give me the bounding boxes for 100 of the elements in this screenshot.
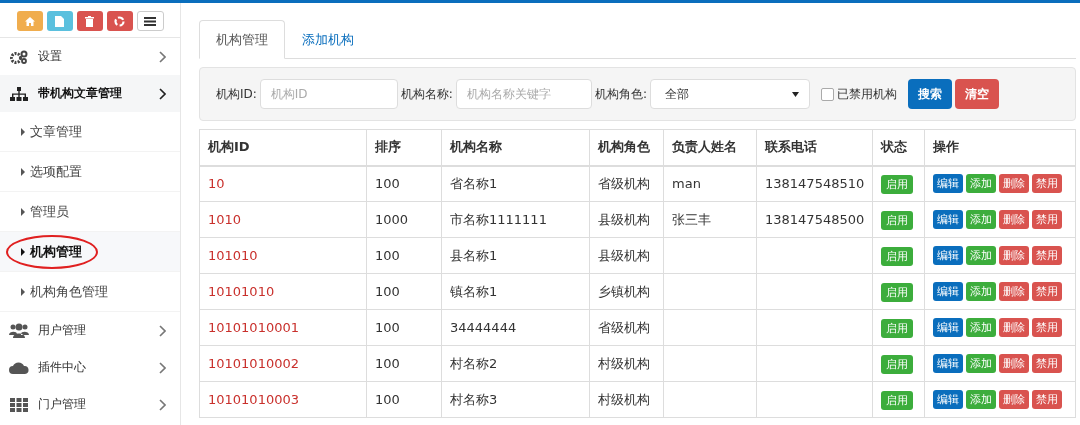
id-link[interactable]: 10 xyxy=(208,176,225,192)
field-label: 机构ID: xyxy=(216,85,257,103)
tab[interactable]: 添加机构 xyxy=(285,20,371,59)
caret-icon xyxy=(21,247,25,256)
action-button[interactable]: 添加 xyxy=(966,354,997,373)
column-header: 操作 xyxy=(924,129,1076,166)
table-cell: 100 xyxy=(375,320,400,335)
table-cell: 村名称3 xyxy=(450,391,498,407)
sidebar-item[interactable]: 门户管理 xyxy=(0,386,180,423)
action-button[interactable]: 禁用 xyxy=(1032,174,1063,194)
chevron-icon xyxy=(159,87,166,100)
tab[interactable]: 机构管理 xyxy=(199,20,285,59)
action-button[interactable]: 添加 xyxy=(966,318,997,337)
table-cell: 100 xyxy=(375,176,400,192)
table-cell: 村级机构 xyxy=(598,355,650,371)
toolbar-button[interactable] xyxy=(136,11,164,31)
table-cell: 100 xyxy=(375,248,400,263)
table-cell: 县级机构 xyxy=(598,211,650,227)
action-button[interactable]: 编辑 xyxy=(933,390,964,409)
action-button[interactable]: 编辑 xyxy=(933,354,964,373)
users-icon xyxy=(9,323,29,338)
id-link[interactable]: 101010 xyxy=(208,248,258,263)
action-button[interactable]: 编辑 xyxy=(933,174,964,194)
table-cell: man xyxy=(672,176,701,192)
recycle-icon xyxy=(114,15,125,27)
cloud-icon xyxy=(9,361,29,374)
id-link[interactable]: 1010 xyxy=(208,212,242,227)
id-link[interactable]: 10101010 xyxy=(208,284,275,299)
action-button[interactable]: 禁用 xyxy=(1032,246,1063,265)
table-cell: 省名称1 xyxy=(450,175,498,191)
table-cell: 县名称1 xyxy=(450,247,498,263)
action-button[interactable]: 编辑 xyxy=(933,210,964,229)
grid-icon xyxy=(10,397,28,412)
action-button[interactable]: 删除 xyxy=(999,282,1030,301)
action-button[interactable]: 编辑 xyxy=(933,246,964,265)
action-button[interactable]: 禁用 xyxy=(1032,318,1063,337)
table-cell: 1000 xyxy=(375,212,409,227)
sidebar-item[interactable]: 带机构文章管理 xyxy=(0,75,180,112)
action-button[interactable]: 添加 xyxy=(966,282,997,301)
caret-icon xyxy=(791,91,799,97)
action-button[interactable]: 编辑 xyxy=(933,282,964,301)
action-button[interactable]: 删除 xyxy=(999,246,1030,265)
table-cell: 100 xyxy=(375,356,400,371)
action-button[interactable]: 禁用 xyxy=(1032,390,1063,409)
status-badge[interactable]: 启用 xyxy=(881,174,914,194)
action-button[interactable]: 添加 xyxy=(966,174,997,194)
action-button[interactable]: 编辑 xyxy=(933,318,964,337)
table-cell: 省级机构 xyxy=(598,175,650,191)
table-cell: 乡镇机构 xyxy=(598,283,650,299)
action-button[interactable]: 禁用 xyxy=(1032,210,1063,229)
filter-button[interactable]: 搜索 xyxy=(907,79,952,109)
caret-icon xyxy=(21,287,25,296)
dropdown[interactable]: 全部 xyxy=(649,79,810,109)
status-badge[interactable]: 启用 xyxy=(881,210,914,230)
chevron-icon xyxy=(159,50,166,63)
action-button[interactable]: 添加 xyxy=(966,390,997,409)
sidebar-item[interactable]: 设置 xyxy=(0,38,180,75)
action-button[interactable]: 禁用 xyxy=(1032,282,1063,301)
gears-icon xyxy=(10,49,28,64)
column-header: 机构角色 xyxy=(589,129,664,166)
action-button[interactable]: 删除 xyxy=(999,354,1030,373)
input-field[interactable]: 机构ID xyxy=(259,79,398,109)
submenu-item[interactable]: 机构管理 xyxy=(0,232,180,272)
table-cell: 34444444 xyxy=(450,320,517,335)
submenu-item[interactable]: 文章管理 xyxy=(0,112,180,152)
column-header: 排序 xyxy=(366,129,442,166)
checkbox-label: 已禁用机构 xyxy=(836,85,897,103)
trash-icon xyxy=(85,15,94,27)
action-button[interactable]: 删除 xyxy=(999,390,1030,409)
action-button[interactable]: 添加 xyxy=(966,246,997,265)
status-badge[interactable]: 启用 xyxy=(881,282,914,302)
status-badge[interactable]: 启用 xyxy=(881,390,914,410)
table-cell: 张三丰 xyxy=(672,211,711,227)
submenu-item[interactable]: 机构角色管理 xyxy=(0,272,180,312)
table-cell: 县级机构 xyxy=(598,247,650,263)
field-label: 机构角色: xyxy=(594,85,647,103)
action-button[interactable]: 删除 xyxy=(999,318,1030,337)
status-badge[interactable]: 启用 xyxy=(881,354,914,374)
table-cell: 村级机构 xyxy=(598,391,650,407)
caret-icon xyxy=(21,167,25,176)
sidebar-item[interactable]: 插件中心 xyxy=(0,349,180,386)
status-badge[interactable]: 启用 xyxy=(881,246,914,266)
checkbox[interactable] xyxy=(820,87,834,101)
column-header: 状态 xyxy=(872,129,925,166)
sidebar-item[interactable]: 用户管理 xyxy=(0,312,180,349)
action-button[interactable]: 删除 xyxy=(999,210,1030,229)
action-button[interactable]: 禁用 xyxy=(1032,354,1063,373)
field-label: 机构名称: xyxy=(400,85,453,103)
column-header: 机构ID xyxy=(199,129,367,166)
caret-icon xyxy=(21,207,25,216)
submenu-item[interactable]: 选项配置 xyxy=(0,152,180,192)
table-cell: 138147548500 xyxy=(765,212,865,227)
action-button[interactable]: 添加 xyxy=(966,210,997,229)
table-cell: 省级机构 xyxy=(598,319,650,335)
column-header: 机构名称 xyxy=(441,129,590,166)
action-button[interactable]: 删除 xyxy=(999,174,1030,194)
filter-button[interactable]: 清空 xyxy=(954,79,999,109)
input-field[interactable]: 机构名称关键字 xyxy=(455,79,592,109)
sitemap-icon xyxy=(10,86,28,101)
status-badge[interactable]: 启用 xyxy=(881,318,914,338)
